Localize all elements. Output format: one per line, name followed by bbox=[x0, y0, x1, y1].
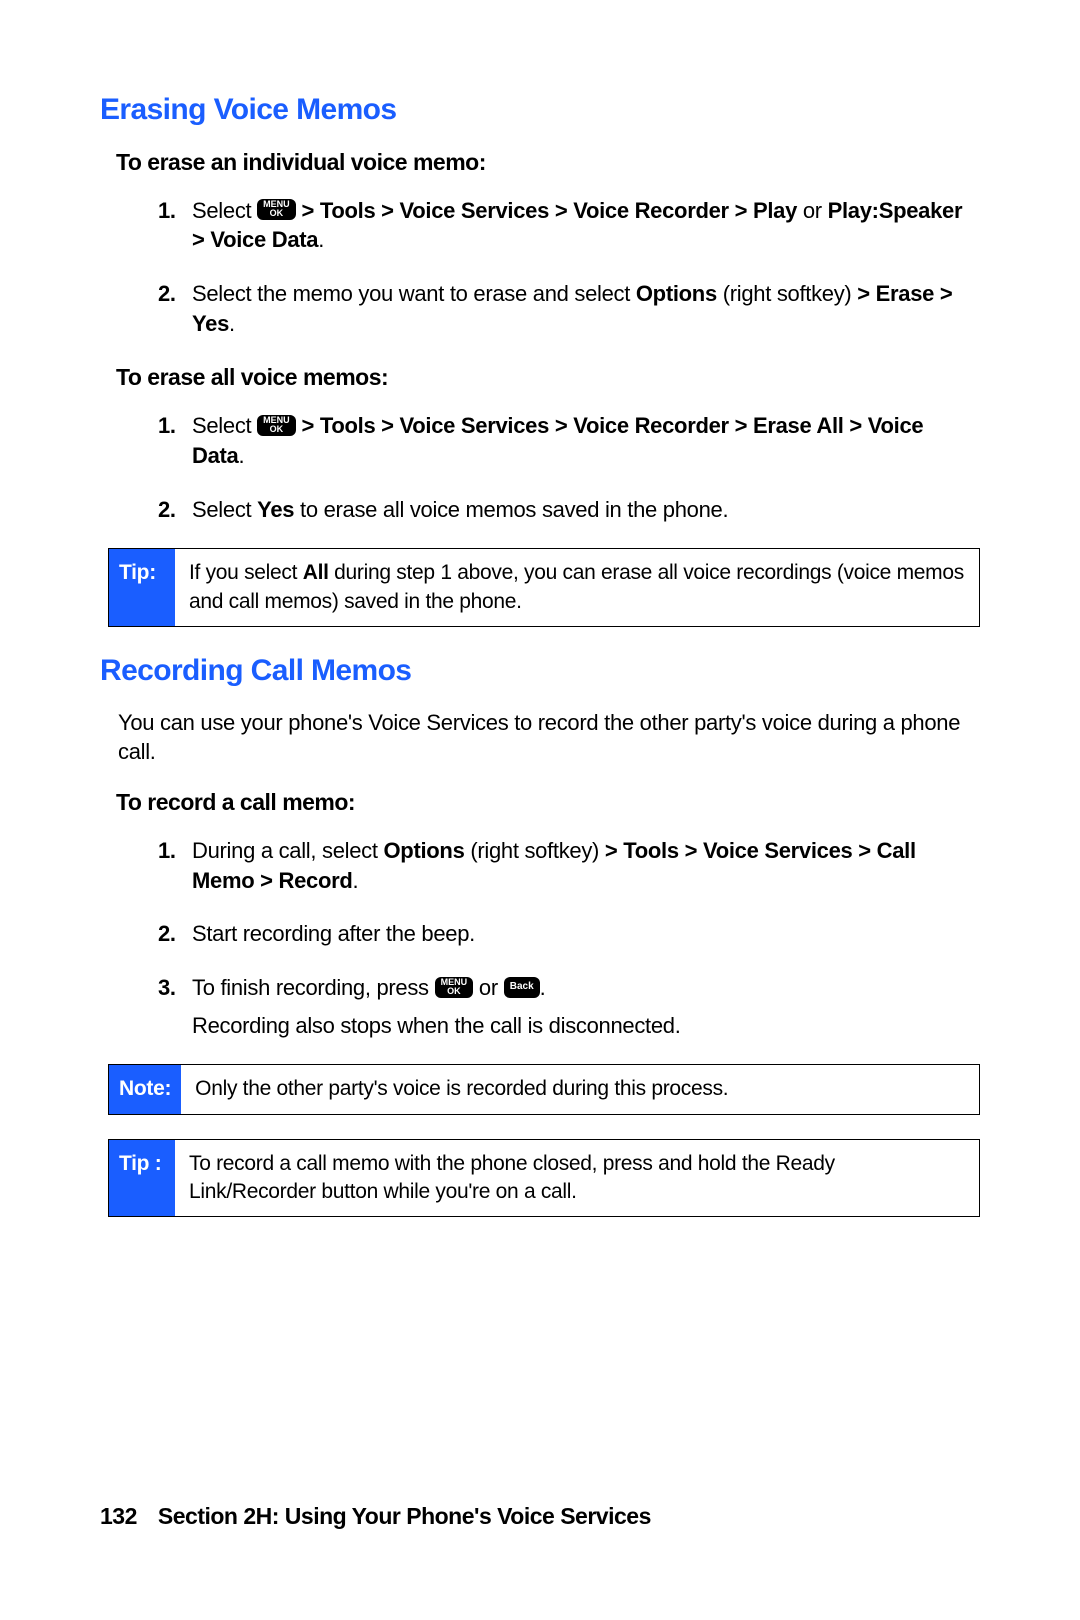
menu-ok-key-icon: MENUOK bbox=[435, 977, 474, 998]
list-item: 1. During a call, select Options (right … bbox=[158, 836, 980, 895]
document-page: Erasing Voice Memos To erase an individu… bbox=[0, 0, 1080, 1620]
step-text-bold: Yes bbox=[257, 497, 294, 522]
step-number: 1. bbox=[158, 836, 176, 866]
section-title: Section 2H: Using Your Phone's Voice Ser… bbox=[158, 1503, 651, 1529]
callout-body: Only the other party's voice is recorded… bbox=[181, 1065, 979, 1113]
callout-text-bold: All bbox=[303, 561, 329, 584]
callout-text: If you select bbox=[189, 561, 303, 584]
step-text: Select bbox=[192, 413, 257, 438]
step-text-bold: > Tools > Voice Services > Voice Recorde… bbox=[192, 413, 923, 468]
page-footer: 132 Section 2H: Using Your Phone's Voice… bbox=[100, 1501, 651, 1532]
tip-callout: Tip: If you select All during step 1 abo… bbox=[108, 548, 980, 627]
step-text-bold: > Tools > Voice Services > Voice Recorde… bbox=[301, 198, 802, 223]
step-continuation: Recording also stops when the call is di… bbox=[192, 1011, 980, 1041]
steps-erase-individual: 1. Select MENUOK > Tools > Voice Service… bbox=[100, 196, 980, 339]
step-text: Select bbox=[192, 497, 257, 522]
step-text-bold: Options bbox=[384, 838, 465, 863]
heading-erasing: Erasing Voice Memos bbox=[100, 90, 980, 131]
step-text: . bbox=[353, 868, 359, 893]
sub-record: To record a call memo: bbox=[100, 787, 980, 818]
menu-ok-key-icon: MENUOK bbox=[257, 415, 296, 436]
step-text: Start recording after the beep. bbox=[192, 921, 475, 946]
step-text: . bbox=[229, 311, 235, 336]
list-item: 2. Select Yes to erase all voice memos s… bbox=[158, 495, 980, 525]
step-number: 2. bbox=[158, 495, 176, 525]
callout-label: Note: bbox=[109, 1065, 181, 1113]
menu-ok-key-icon: MENUOK bbox=[257, 199, 296, 220]
step-number: 3. bbox=[158, 973, 176, 1003]
step-text: (right softkey) bbox=[470, 838, 605, 863]
step-text: or bbox=[479, 975, 504, 1000]
callout-body: To record a call memo with the phone clo… bbox=[175, 1140, 979, 1217]
sub-erase-all: To erase all voice memos: bbox=[100, 362, 980, 393]
step-text: . bbox=[318, 227, 324, 252]
step-number: 2. bbox=[158, 919, 176, 949]
sub-erase-individual: To erase an individual voice memo: bbox=[100, 147, 980, 178]
step-text: Select bbox=[192, 198, 257, 223]
list-item: 2. Select the memo you want to erase and… bbox=[158, 279, 980, 338]
list-item: 3. To finish recording, press MENUOK or … bbox=[158, 973, 980, 1040]
step-text: to erase all voice memos saved in the ph… bbox=[300, 497, 728, 522]
step-text: To finish recording, press bbox=[192, 975, 435, 1000]
step-text: Select the memo you want to erase and se… bbox=[192, 281, 636, 306]
step-text: . bbox=[239, 443, 245, 468]
back-key-icon: Back bbox=[504, 977, 540, 998]
list-item: 1. Select MENUOK > Tools > Voice Service… bbox=[158, 196, 980, 255]
step-number: 2. bbox=[158, 279, 176, 309]
callout-body: If you select All during step 1 above, y… bbox=[175, 549, 979, 626]
tip-callout: Tip : To record a call memo with the pho… bbox=[108, 1139, 980, 1218]
step-number: 1. bbox=[158, 411, 176, 441]
step-text: During a call, select bbox=[192, 838, 384, 863]
step-text-bold: Options bbox=[636, 281, 717, 306]
step-number: 1. bbox=[158, 196, 176, 226]
intro-text: You can use your phone's Voice Services … bbox=[100, 708, 980, 767]
step-text: . bbox=[540, 975, 546, 1000]
note-callout: Note: Only the other party's voice is re… bbox=[108, 1064, 980, 1114]
callout-label: Tip : bbox=[109, 1140, 175, 1217]
steps-erase-all: 1. Select MENUOK > Tools > Voice Service… bbox=[100, 411, 980, 524]
callout-label: Tip: bbox=[109, 549, 175, 626]
list-item: 2. Start recording after the beep. bbox=[158, 919, 980, 949]
heading-recording: Recording Call Memos bbox=[100, 651, 980, 692]
step-text: (right softkey) bbox=[723, 281, 858, 306]
page-number: 132 bbox=[100, 1501, 152, 1532]
steps-record: 1. During a call, select Options (right … bbox=[100, 836, 980, 1040]
step-text: or bbox=[803, 198, 828, 223]
list-item: 1. Select MENUOK > Tools > Voice Service… bbox=[158, 411, 980, 470]
